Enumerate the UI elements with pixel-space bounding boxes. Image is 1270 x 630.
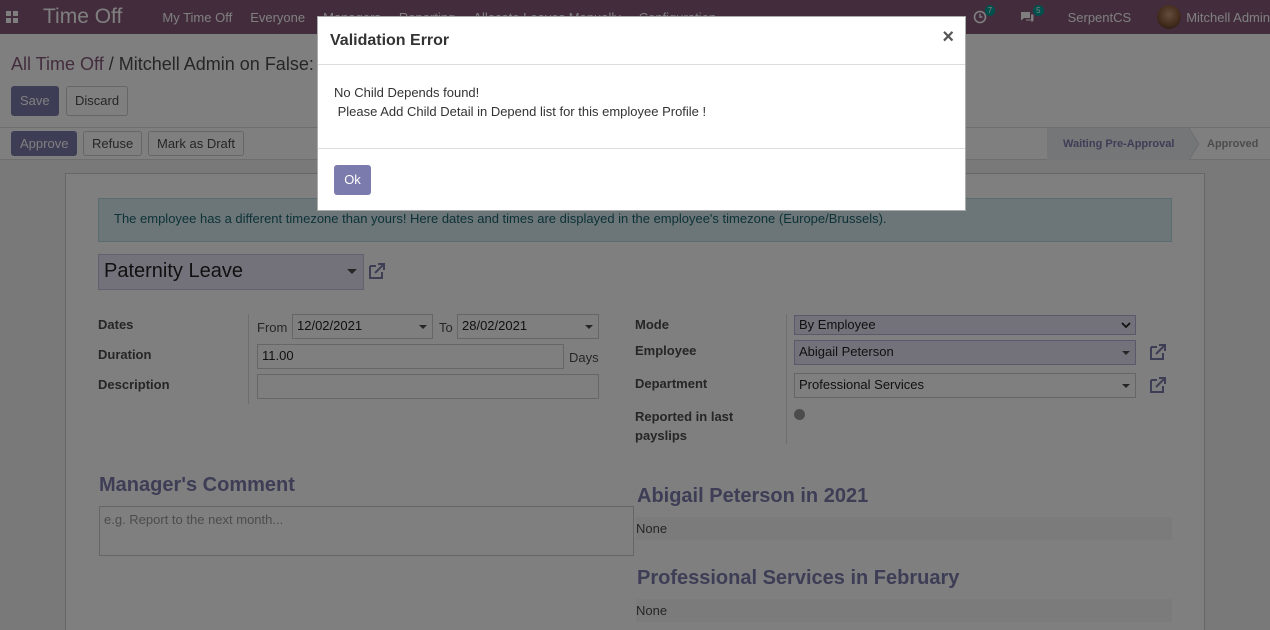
error-message-line1: No Child Depends found! <box>334 85 480 100</box>
error-message-line2: Please Add Child Detail in Depend list f… <box>334 104 707 119</box>
modal-footer: Ok <box>318 148 965 210</box>
modal-body: No Child Depends found! Please Add Child… <box>334 83 706 121</box>
modal-header: Validation Error × <box>318 17 965 65</box>
close-icon[interactable]: × <box>942 27 954 47</box>
ok-button[interactable]: Ok <box>334 165 371 195</box>
validation-error-dialog: Validation Error × No Child Depends foun… <box>317 16 966 211</box>
modal-title: Validation Error <box>330 32 450 49</box>
